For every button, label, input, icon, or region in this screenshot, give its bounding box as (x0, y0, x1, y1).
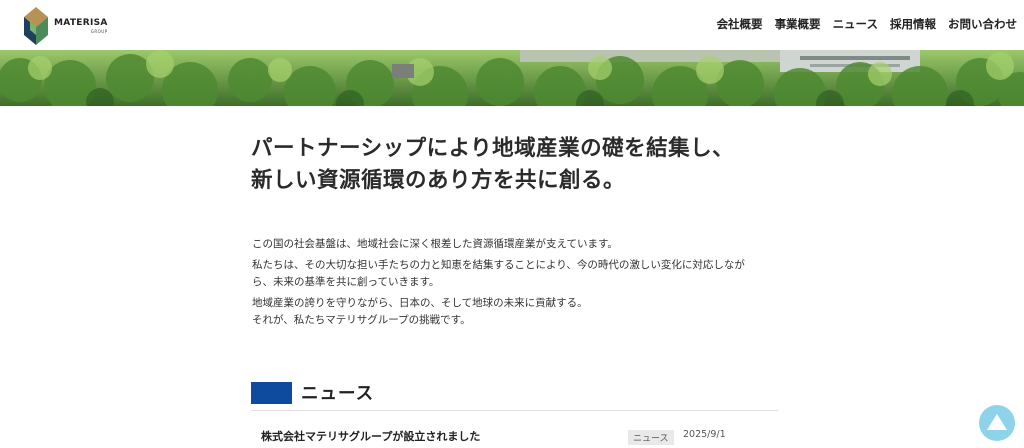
nav-item-business[interactable]: 事業概要 (775, 16, 821, 32)
arrow-up-icon (987, 414, 1007, 430)
headline-line-2: 新しい資源循環のあり方を共に創る。 (251, 168, 626, 193)
headline-line-1: パートナーシップにより地域産業の礎を結集し、 (251, 136, 735, 161)
nav-item-recruit[interactable]: 採用情報 (890, 16, 936, 32)
page-headline: パートナーシップにより地域産業の礎を結集し、 新しい資源循環のあり方を共に創る。 (251, 133, 811, 197)
intro-paragraph: この国の社会基盤は、地域社会に深く根差した資源循環産業が支えています。 (252, 238, 618, 250)
news-item-category-badge: ニュース (628, 430, 674, 445)
intro-paragraph: 地域産業の誇りを守りながら、日本の、そして地球の未来に貢献する。 それが、私たち… (252, 297, 588, 326)
materisa-logo-icon (24, 7, 48, 45)
site-header: MATERISA GROUP 会社概要 事業概要 ニュース 採用情報 お問い合わ… (0, 0, 1024, 52)
news-list-item[interactable]: 株式会社マテリサグループが設立されました ニュース 2025/9/1 (251, 420, 778, 446)
intro-paragraph: 私たちは、その大切な担い手たちの力と知恵を結集することにより、今の時代の激しい変… (252, 259, 745, 288)
news-section-heading: ニュース (251, 380, 374, 405)
logo-name: MATERISA (54, 17, 108, 28)
hero-image (0, 50, 1024, 106)
nav-item-company[interactable]: 会社概要 (717, 16, 763, 32)
nav-item-contact[interactable]: お問い合わせ (948, 16, 1017, 32)
nav-item-news[interactable]: ニュース (833, 16, 878, 32)
logo[interactable]: MATERISA GROUP (22, 4, 112, 48)
intro-text: この国の社会基盤は、地域社会に深く根差した資源循環産業が支えています。 私たちは… (252, 236, 782, 333)
scroll-top-button[interactable] (979, 405, 1015, 441)
main-nav: 会社概要 事業概要 ニュース 採用情報 お問い合わせ (705, 16, 1017, 32)
news-item-title[interactable]: 株式会社マテリサグループが設立されました (261, 428, 480, 444)
news-divider (251, 410, 778, 411)
news-title: ニュース (301, 384, 375, 404)
news-accent-bar (251, 381, 292, 404)
news-item-date: 2025/9/1 (683, 429, 726, 440)
logo-group: GROUP (90, 28, 108, 34)
